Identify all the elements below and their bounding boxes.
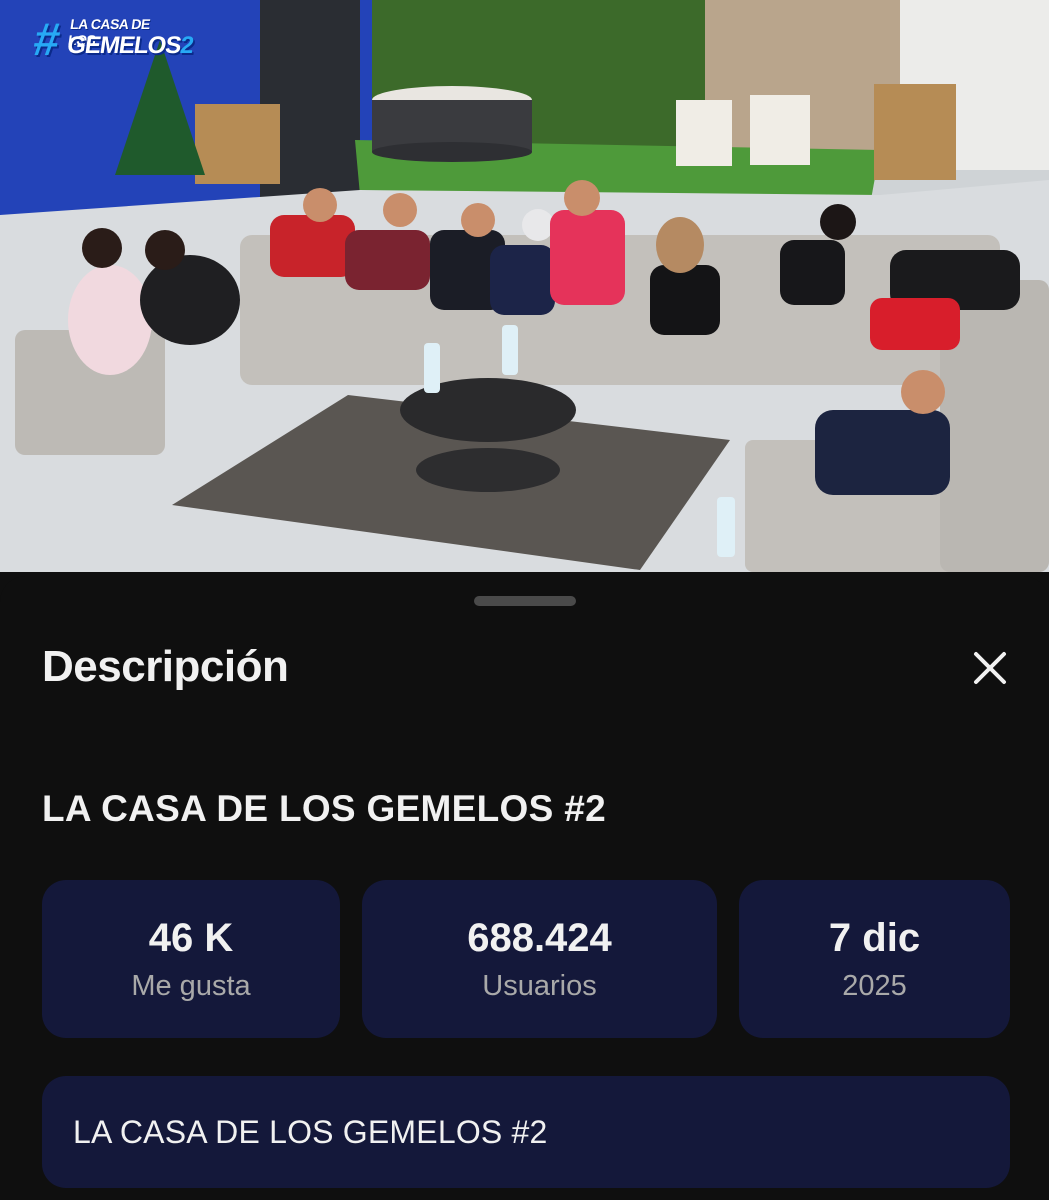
logo-hash: # — [30, 13, 64, 65]
users-stat-card: 688.424 Usuarios — [362, 880, 717, 1038]
description-sheet: Descripción LA CASA DE LOS GEMELOS #2 46… — [0, 576, 1049, 1200]
video-player[interactable]: # LA CASA DE LOS GEMELOS2 — [0, 0, 1049, 572]
users-label: Usuarios — [482, 970, 597, 1002]
show-logo: # LA CASA DE LOS GEMELOS2 — [30, 12, 195, 70]
logo-line-2: GEMELOS2 — [65, 32, 194, 60]
description-screen: # LA CASA DE LOS GEMELOS2 Descripción LA… — [0, 0, 1049, 1200]
date-day-month: 7 dic — [828, 916, 921, 960]
sheet-title: Descripción — [42, 642, 289, 691]
close-button[interactable] — [962, 640, 1018, 696]
drag-handle[interactable] — [474, 596, 576, 606]
likes-label: Me gusta — [131, 970, 251, 1002]
video-title: LA CASA DE LOS GEMELOS #2 — [42, 788, 606, 829]
video-frame-scene — [0, 0, 1049, 572]
likes-stat-card: 46 K Me gusta — [42, 880, 340, 1038]
users-count: 688.424 — [467, 916, 612, 960]
logo-word: GEMELOS — [65, 32, 183, 59]
likes-count: 46 K — [148, 916, 234, 960]
close-icon — [974, 652, 1006, 684]
date-stat-card: 7 dic 2025 — [739, 880, 1010, 1038]
description-box[interactable]: LA CASA DE LOS GEMELOS #2 — [42, 1076, 1010, 1188]
date-year: 2025 — [842, 970, 907, 1002]
description-text: LA CASA DE LOS GEMELOS #2 — [73, 1113, 548, 1150]
